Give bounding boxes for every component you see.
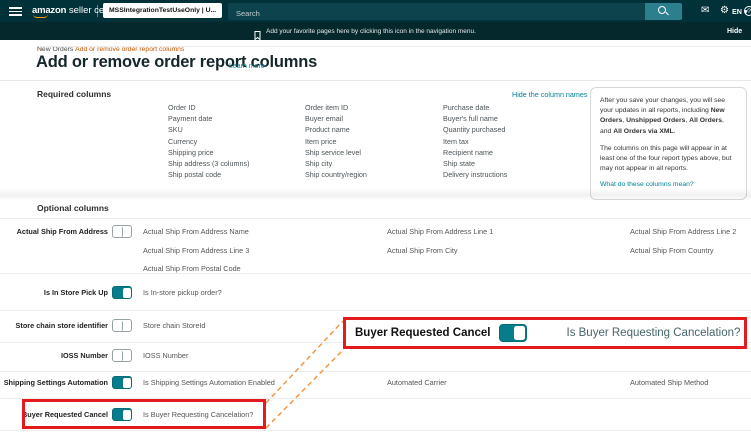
column-item: Store chain StoreId <box>143 321 205 330</box>
callout-label: Buyer Requested Cancel <box>355 327 491 339</box>
column-item: Actual Ship From Address Name <box>143 227 249 236</box>
column-item: Actual Ship From Address Line 2 <box>630 227 736 236</box>
top-navigation-bar: amazon seller central MSSIntegrationTest… <box>0 0 751 22</box>
required-columns-list-1: Order ID Payment date SKU Currency Shipp… <box>168 102 250 180</box>
amazon-smile-icon <box>33 14 48 18</box>
column-item: Actual Ship From Postal Code <box>143 264 241 273</box>
column-item: Actual Ship From Address Line 3 <box>143 246 249 255</box>
required-column-item: Order ID <box>168 102 250 113</box>
column-item: Is In-store pickup order? <box>143 288 222 297</box>
breadcrumb-parent-link[interactable]: New Orders <box>37 46 73 53</box>
callout-toggle-icon <box>499 324 527 342</box>
required-column-item: Ship postal code <box>168 169 250 180</box>
required-column-item: Ship country/region <box>305 169 367 180</box>
required-column-item: Ship address (3 columns) <box>168 158 250 169</box>
page-title: Add or remove order report columns <box>36 53 317 72</box>
hide-column-names-link[interactable]: Hide the column names <box>512 90 588 99</box>
banner-message: Add your favorite pages here by clicking… <box>266 28 476 35</box>
required-column-item: Recipient name <box>443 147 507 158</box>
column-item: Automated Ship Method <box>630 378 708 387</box>
settings-gear-icon[interactable]: ⚙ <box>720 4 729 18</box>
required-column-item: Ship state <box>443 158 507 169</box>
help-icon[interactable]: ? <box>744 6 751 16</box>
bookmark-icon <box>254 27 261 45</box>
info-paragraph-1: After you save your changes, you will se… <box>600 96 737 137</box>
required-column-item: SKU <box>168 124 250 135</box>
column-item: Is Shipping Settings Automation Enabled <box>143 378 275 387</box>
reports-info-box: After you save your changes, you will se… <box>590 87 747 200</box>
breadcrumb-separator: › <box>40 46 751 47</box>
info-paragraph-2: The columns on this page will appear in … <box>600 144 737 175</box>
shipping-settings-automation-toggle[interactable] <box>112 376 132 389</box>
required-column-item: Delivery instructions <box>443 169 507 180</box>
required-column-item: Product name <box>305 124 367 135</box>
account-selector-button[interactable]: MSSIntegrationTestUseOnly | U... <box>103 3 222 18</box>
callout-description: Is Buyer Requesting Cancelation? <box>567 327 741 339</box>
column-item: IOSS Number <box>143 351 188 360</box>
required-columns-list-3: Purchase date Buyer's full name Quantity… <box>443 102 507 180</box>
required-column-item: Item price <box>305 136 367 147</box>
annotation-callout: Buyer Requested Cancel Is Buyer Requesti… <box>343 317 747 349</box>
required-column-item: Ship city <box>305 158 367 169</box>
required-column-item: Quantity purchased <box>443 124 507 135</box>
row-separator <box>0 398 751 399</box>
ioss-number-toggle[interactable] <box>112 349 132 362</box>
search-button[interactable] <box>645 3 682 20</box>
favorites-banner: Add your favorite pages here by clicking… <box>0 22 751 40</box>
column-item: Is Buyer Requesting Cancelation? <box>143 410 253 419</box>
required-column-item: Shipping price <box>168 147 250 158</box>
search-input[interactable] <box>228 5 645 22</box>
column-item: Automated Carrier <box>387 378 447 387</box>
search-bar[interactable] <box>228 3 645 20</box>
messages-icon[interactable]: ✉ <box>701 4 709 18</box>
column-item: Actual Ship From Address Line 1 <box>387 227 493 236</box>
banner-hide-button[interactable]: Hide <box>727 28 742 35</box>
breadcrumb: New Orders › Add or remove order report … <box>37 46 184 53</box>
required-column-item: Purchase date <box>443 102 507 113</box>
hamburger-menu-icon[interactable] <box>9 7 22 16</box>
required-columns-list-2: Order item ID Buyer email Product name I… <box>305 102 367 180</box>
store-chain-store-identifier-toggle[interactable] <box>112 319 132 332</box>
breadcrumb-current: Add or remove order report columns <box>75 46 184 53</box>
buyer-requested-cancel-toggle[interactable] <box>112 408 132 421</box>
required-column-item: Currency <box>168 136 250 147</box>
required-column-item: Item tax <box>443 136 507 147</box>
required-column-item: Order item ID <box>305 102 367 113</box>
row-label: Actual Ship From Address <box>0 227 108 236</box>
required-column-item: Payment date <box>168 113 250 124</box>
column-item: Actual Ship From Country <box>630 246 714 255</box>
required-column-item: Buyer's full name <box>443 113 507 124</box>
title-divider <box>0 80 751 81</box>
row-label: Shipping Settings Automation <box>0 378 108 387</box>
section-shadow <box>0 188 751 201</box>
row-separator <box>0 273 751 274</box>
row-label: IOSS Number <box>0 351 108 360</box>
column-item: Actual Ship From City <box>387 246 458 255</box>
learn-more-link[interactable]: Learn more <box>229 63 265 70</box>
required-columns-heading: Required columns <box>37 89 111 99</box>
is-in-store-pick-up-toggle[interactable] <box>112 286 132 299</box>
row-label: Is In Store Pick Up <box>0 288 108 297</box>
row-label: Buyer Requested Cancel <box>0 410 108 419</box>
actual-ship-from-address-toggle[interactable] <box>112 225 132 238</box>
row-separator <box>0 218 751 219</box>
required-column-item: Buyer email <box>305 113 367 124</box>
optional-columns-heading: Optional columns <box>37 203 109 213</box>
search-icon <box>658 6 668 17</box>
row-separator <box>0 310 751 311</box>
row-separator <box>0 371 751 372</box>
row-separator <box>0 430 751 431</box>
required-column-item: Ship service level <box>305 147 367 158</box>
row-label: Store chain store identifier <box>0 321 108 330</box>
header-divider <box>97 5 98 17</box>
